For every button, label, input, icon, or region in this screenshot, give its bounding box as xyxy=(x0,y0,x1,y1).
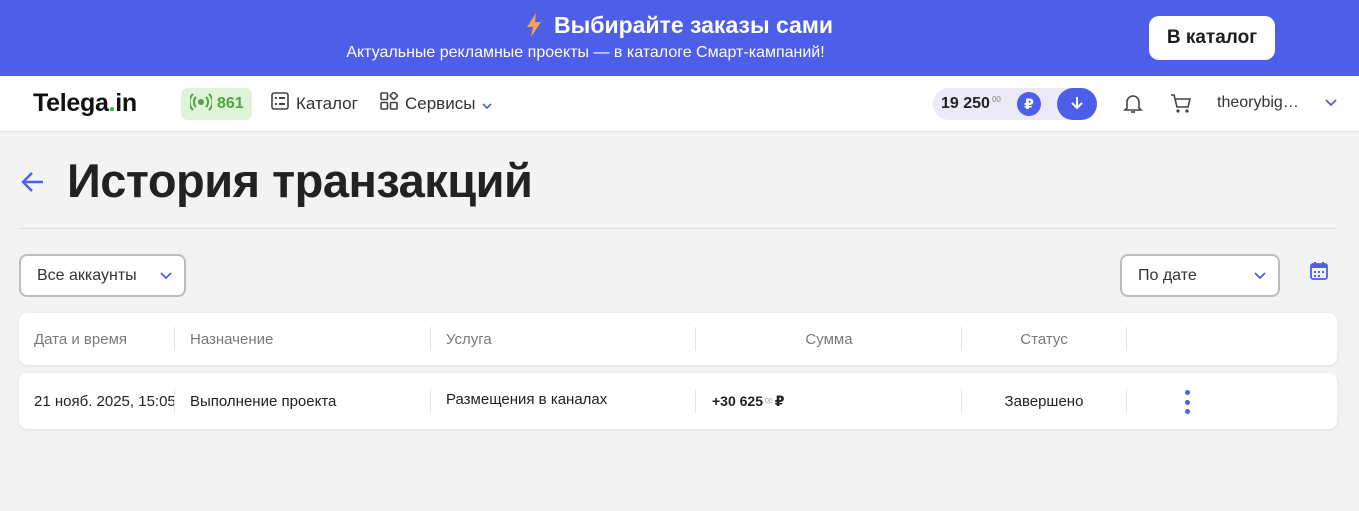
top-header: Telega.in 861 Каталог Сервисы 19 250 00 ₽ xyxy=(0,76,1359,132)
nav-catalog[interactable]: Каталог xyxy=(271,92,358,115)
column-header-service: Услуга xyxy=(446,330,492,348)
balance-cents: 00 xyxy=(991,95,1001,104)
bell-icon[interactable] xyxy=(1122,92,1144,119)
column-header-purpose: Назначение xyxy=(190,330,274,348)
title-divider xyxy=(19,228,1337,229)
chevron-down-icon xyxy=(160,267,172,285)
online-count: 861 xyxy=(217,95,244,112)
catalog-icon xyxy=(271,92,289,115)
to-catalog-button[interactable]: В каталог xyxy=(1149,16,1275,60)
column-divider xyxy=(174,389,175,413)
page-title: История транзакций xyxy=(67,154,533,207)
column-divider xyxy=(1126,327,1127,351)
column-divider xyxy=(430,389,431,413)
chevron-down-icon xyxy=(482,94,493,114)
row-purpose: Выполнение проекта xyxy=(190,392,337,410)
nav-services-label: Сервисы xyxy=(405,93,476,113)
column-divider xyxy=(1126,389,1127,413)
logo-main: Telega xyxy=(33,89,109,117)
lightning-icon xyxy=(526,13,542,43)
row-amount: +30 625 00 ₽ xyxy=(696,373,962,429)
sort-select-value: По дате xyxy=(1138,266,1197,284)
online-counter-badge[interactable]: 861 xyxy=(181,88,252,120)
chevron-down-icon xyxy=(1254,267,1266,285)
transactions-table-header: Дата и время Назначение Услуга Сумма Ста… xyxy=(19,313,1337,365)
chevron-down-icon xyxy=(1325,94,1337,112)
row-date: 21 нояб. 2025, 15:05 xyxy=(34,392,176,410)
promo-banner: Выбирайте заказы сами Актуальные рекламн… xyxy=(0,0,1359,76)
calendar-icon[interactable] xyxy=(1309,261,1329,286)
row-amount-currency: ₽ xyxy=(774,392,785,409)
row-status: Завершено xyxy=(1004,392,1084,410)
logo[interactable]: Telega.in xyxy=(33,89,137,118)
row-amount-value: +30 625 xyxy=(712,393,763,409)
cart-icon[interactable] xyxy=(1170,92,1192,119)
ruble-icon: ₽ xyxy=(1017,92,1041,116)
back-arrow-icon[interactable] xyxy=(20,169,46,195)
more-vertical-icon[interactable] xyxy=(1177,390,1197,414)
sort-select[interactable]: По дате xyxy=(1120,254,1280,297)
banner-subtitle: Актуальные рекламные проекты — в каталог… xyxy=(346,44,825,61)
column-header-date: Дата и время xyxy=(34,330,128,348)
user-menu[interactable]: theorybigstar xyxy=(1217,94,1337,112)
deposit-button[interactable] xyxy=(1057,88,1097,120)
nav-services[interactable]: Сервисы xyxy=(380,91,493,115)
banner-title: Выбирайте заказы сами xyxy=(553,12,833,38)
accounts-select-value: Все аккаунты xyxy=(37,266,137,284)
row-service: Размещения в каналах xyxy=(446,391,608,408)
balance-widget[interactable]: 19 250 00 ₽ xyxy=(933,88,1097,120)
arrow-down-icon xyxy=(1070,96,1084,113)
accounts-select[interactable]: Все аккаунты xyxy=(19,254,186,297)
user-name: theorybigstar xyxy=(1217,94,1303,111)
services-icon xyxy=(380,91,399,115)
table-row[interactable]: 21 нояб. 2025, 15:05 Выполнение проекта … xyxy=(19,373,1337,429)
column-divider xyxy=(174,327,175,351)
column-header-status: Статус xyxy=(1020,330,1068,348)
column-divider xyxy=(430,327,431,351)
broadcast-icon xyxy=(188,92,214,116)
balance-value: 19 250 xyxy=(941,95,990,112)
column-header-amount: Сумма xyxy=(805,330,853,348)
balance-amount: 19 250 00 xyxy=(941,95,1001,113)
logo-tail: in xyxy=(115,89,137,117)
row-amount-cents: 00 xyxy=(765,397,773,405)
nav-catalog-label: Каталог xyxy=(296,93,358,113)
